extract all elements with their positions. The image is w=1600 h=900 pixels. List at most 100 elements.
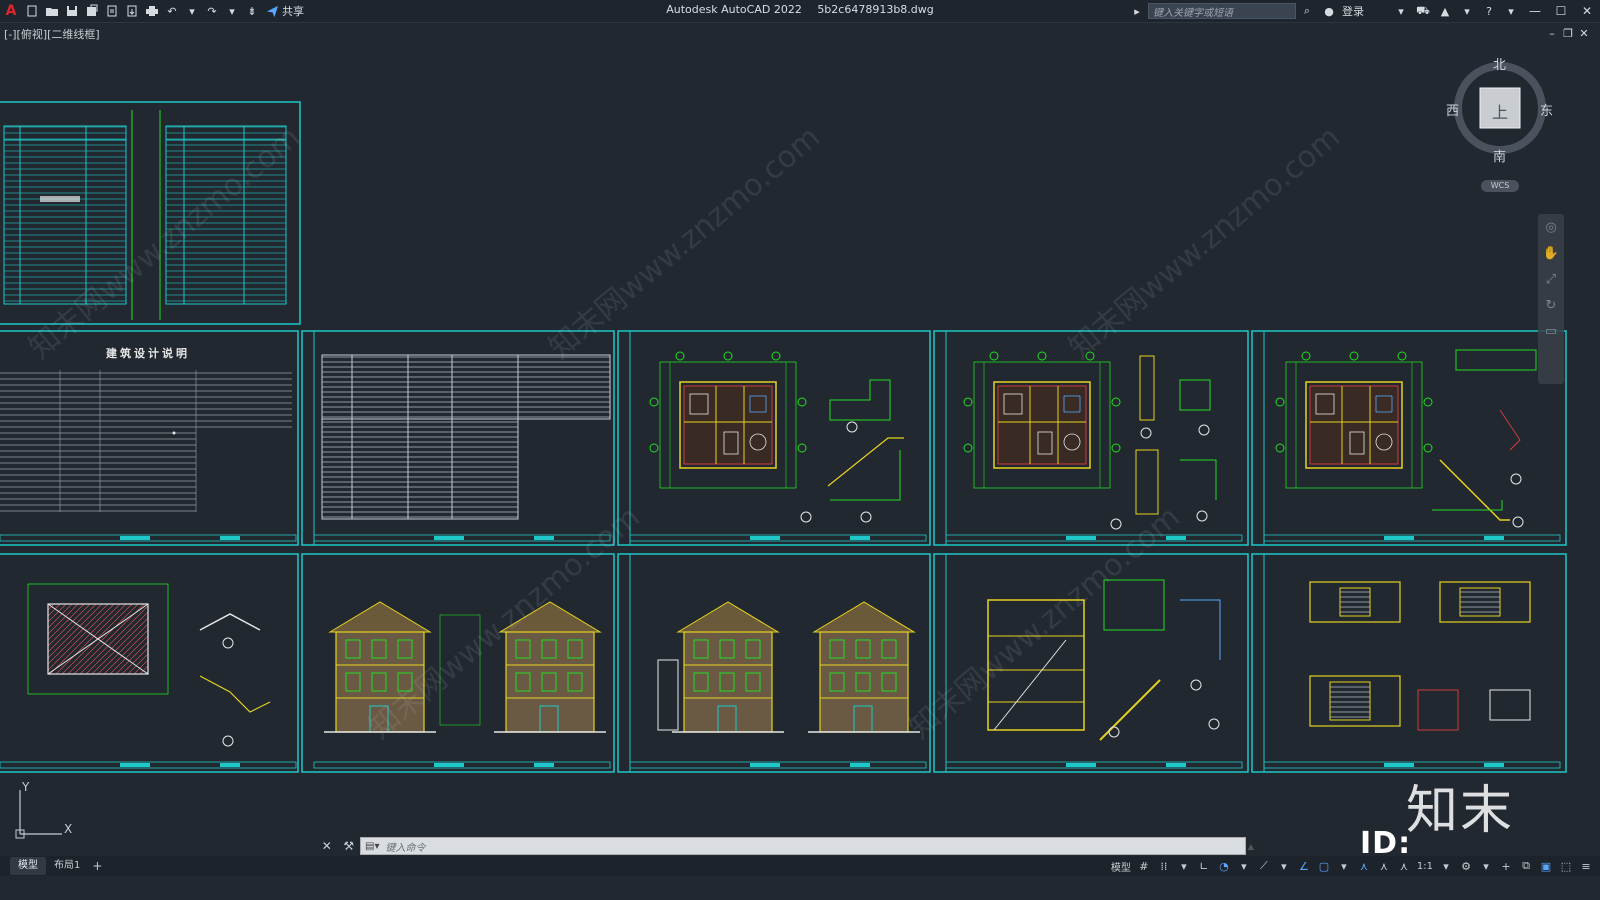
orbit-icon[interactable]: ↻ — [1538, 292, 1564, 318]
share-label: 共享 — [282, 5, 304, 18]
command-placeholder: 键入命令 — [385, 842, 426, 854]
help-dropdown-icon[interactable]: ▾ — [1502, 2, 1520, 20]
expand-arrow-icon[interactable]: ▸ — [1128, 2, 1146, 20]
polar-tracking-icon[interactable]: ◔ — [1216, 858, 1232, 874]
drawing-index-sheet — [0, 101, 301, 325]
login-button[interactable]: 登录 — [1342, 3, 1364, 19]
doc-restore-icon[interactable]: ❐ — [1560, 27, 1576, 40]
wcs-menu-button[interactable]: WCS — [1481, 180, 1519, 192]
roof-plan-sheet — [0, 553, 299, 773]
command-line: ✕ ⚒ ▤▾ 键入命令 ▲ — [316, 836, 1256, 856]
close-command-line-icon[interactable]: ✕ — [322, 839, 332, 853]
stair-detail-sheet — [1251, 553, 1567, 773]
application-menu-button[interactable]: A — [0, 0, 22, 22]
viewcube-top-face[interactable]: 上 — [1492, 99, 1508, 123]
viewcube-north[interactable]: 北 — [1493, 54, 1506, 73]
send-icon — [266, 5, 279, 17]
snap-icon[interactable]: ⁞⁞ — [1156, 858, 1172, 874]
doc-close-icon[interactable]: ✕ — [1576, 27, 1592, 40]
viewcube-east[interactable]: 东 — [1540, 100, 1553, 119]
annotation-scale-value[interactable]: 1:1 — [1417, 861, 1433, 872]
model-space-button[interactable]: 模型 — [1111, 859, 1131, 874]
command-input[interactable]: ▤▾ 键入命令 — [360, 837, 1246, 855]
ucs-x-label: X — [64, 822, 73, 836]
close-window-icon[interactable]: ✕ — [1574, 0, 1600, 22]
command-prompt-icon[interactable]: ▤▾ — [365, 841, 379, 852]
design-notes-title: 建筑设计说明 — [106, 346, 190, 360]
help-icon[interactable]: ? — [1480, 2, 1498, 20]
osnap-dropdown-icon[interactable]: ▾ — [1336, 858, 1352, 874]
watermark-text-5: 知末网www.znzmo.com — [903, 500, 1187, 746]
undo-dropdown-icon[interactable]: ▾ — [184, 3, 200, 19]
first-floor-plan-sheet — [617, 330, 931, 546]
grid-icon[interactable]: # — [1136, 858, 1152, 874]
redo-icon[interactable]: ↷ — [204, 3, 220, 19]
open-from-web-icon[interactable] — [104, 3, 120, 19]
command-line-tools: ✕ ⚒ — [316, 836, 360, 856]
polar-dropdown-icon[interactable]: ▾ — [1236, 858, 1252, 874]
maximize-window-icon[interactable]: ☐ — [1548, 0, 1574, 22]
search-icon[interactable]: ⌕ — [1298, 2, 1316, 20]
title-bar: A ↶ ▾ ↷ ▾ ⇟ 共享 Autodesk AutoCAD 2022 5b2… — [0, 0, 1600, 23]
navigation-bar: ◎ ✋ ⤢ ↻ ▭ — [1538, 214, 1564, 384]
print-icon[interactable] — [144, 3, 160, 19]
user-icon: ● — [1324, 4, 1334, 18]
save-as-icon[interactable] — [84, 3, 100, 19]
quick-access-toolbar: A ↶ ▾ ↷ ▾ ⇟ 共享 — [0, 0, 304, 22]
pan-icon[interactable]: ✋ — [1538, 240, 1564, 266]
isodraft-dropdown-icon[interactable]: ▾ — [1276, 858, 1292, 874]
login-dropdown-icon[interactable]: ▾ — [1392, 2, 1410, 20]
auto-scale-icon[interactable]: ⋏ — [1376, 858, 1392, 874]
save-to-web-icon[interactable] — [124, 3, 140, 19]
scale-dropdown-icon[interactable]: ▾ — [1438, 858, 1454, 874]
undo-icon[interactable]: ↶ — [164, 3, 180, 19]
new-file-icon[interactable] — [24, 3, 40, 19]
third-floor-plan-sheet — [1251, 330, 1567, 546]
workspace-gear-icon[interactable]: ⚙ — [1458, 858, 1474, 874]
workspace-dropdown-icon[interactable]: ▾ — [1478, 858, 1494, 874]
object-snap-tracking-icon[interactable]: ∠ — [1296, 858, 1312, 874]
annotation-scale-icon[interactable]: ⋏ — [1396, 858, 1412, 874]
add-layout-icon[interactable]: + — [92, 859, 102, 873]
clean-screen-icon[interactable]: ⬚ — [1558, 858, 1574, 874]
steering-wheel-icon[interactable]: ◎ — [1538, 214, 1564, 240]
second-floor-plan-sheet — [933, 330, 1249, 546]
file-name: 5b2c6478913b8.dwg — [817, 3, 934, 16]
share-button[interactable]: 共享 — [266, 3, 304, 19]
save-icon[interactable] — [64, 3, 80, 19]
open-folder-icon[interactable] — [44, 3, 60, 19]
customize-toolbar-icon[interactable]: ⇟ — [244, 3, 260, 19]
autodesk-app-icon[interactable]: ▲ — [1436, 2, 1454, 20]
doc-minimize-icon[interactable]: – — [1544, 27, 1560, 40]
redo-dropdown-icon[interactable]: ▾ — [224, 3, 240, 19]
watermark-text-2: 知末网www.znzmo.com — [543, 120, 827, 366]
units-icon[interactable]: ⧉ — [1518, 858, 1534, 874]
customize-command-icon[interactable]: ⚒ — [343, 839, 354, 853]
snap-dropdown-icon[interactable]: ▾ — [1176, 858, 1192, 874]
showmotion-icon[interactable]: ▭ — [1538, 318, 1564, 344]
quick-properties-icon[interactable]: ▣ — [1538, 858, 1554, 874]
viewcube-west[interactable]: 西 — [1446, 100, 1459, 119]
ucs-y-label: Y — [22, 780, 30, 794]
ortho-icon[interactable]: ∟ — [1196, 858, 1212, 874]
zoom-extents-icon[interactable]: ⤢ — [1538, 266, 1564, 292]
annotation-monitor-icon[interactable]: + — [1498, 858, 1514, 874]
minimize-window-icon[interactable]: — — [1522, 0, 1548, 22]
drawing-canvas[interactable]: 建筑设计说明 知末网www.znzmo.com 知末网www.znzmo.com… — [0, 40, 1568, 776]
isodraft-icon[interactable]: ⟋ — [1256, 858, 1272, 874]
tab-model[interactable]: 模型 — [10, 857, 46, 875]
viewcube-south[interactable]: 南 — [1493, 146, 1506, 165]
command-history-arrow-icon[interactable]: ▲ — [1246, 842, 1256, 851]
rear-side-elevation-sheet — [617, 553, 931, 773]
search-input[interactable]: 键入关键字或短语 — [1148, 3, 1296, 19]
app-dropdown-icon[interactable]: ▾ — [1458, 2, 1476, 20]
cart-icon[interactable]: ⛟ — [1414, 2, 1432, 20]
bottom-margin — [0, 876, 1600, 900]
customization-menu-icon[interactable]: ≡ — [1578, 858, 1594, 874]
product-name: Autodesk AutoCAD 2022 — [666, 3, 802, 16]
status-bar: 模型 布局1 + 模型 # ⁞⁞ ▾ ∟ ◔ ▾ ⟋ ▾ ∠ ▢ ▾ ⋏ ⋏ ⋏… — [0, 856, 1600, 876]
annotation-visibility-icon[interactable]: ⋏ — [1356, 858, 1372, 874]
object-snap-icon[interactable]: ▢ — [1316, 858, 1332, 874]
document-window-controls: – ❐ ✕ — [1544, 27, 1592, 40]
tab-layout1[interactable]: 布局1 — [46, 857, 88, 875]
